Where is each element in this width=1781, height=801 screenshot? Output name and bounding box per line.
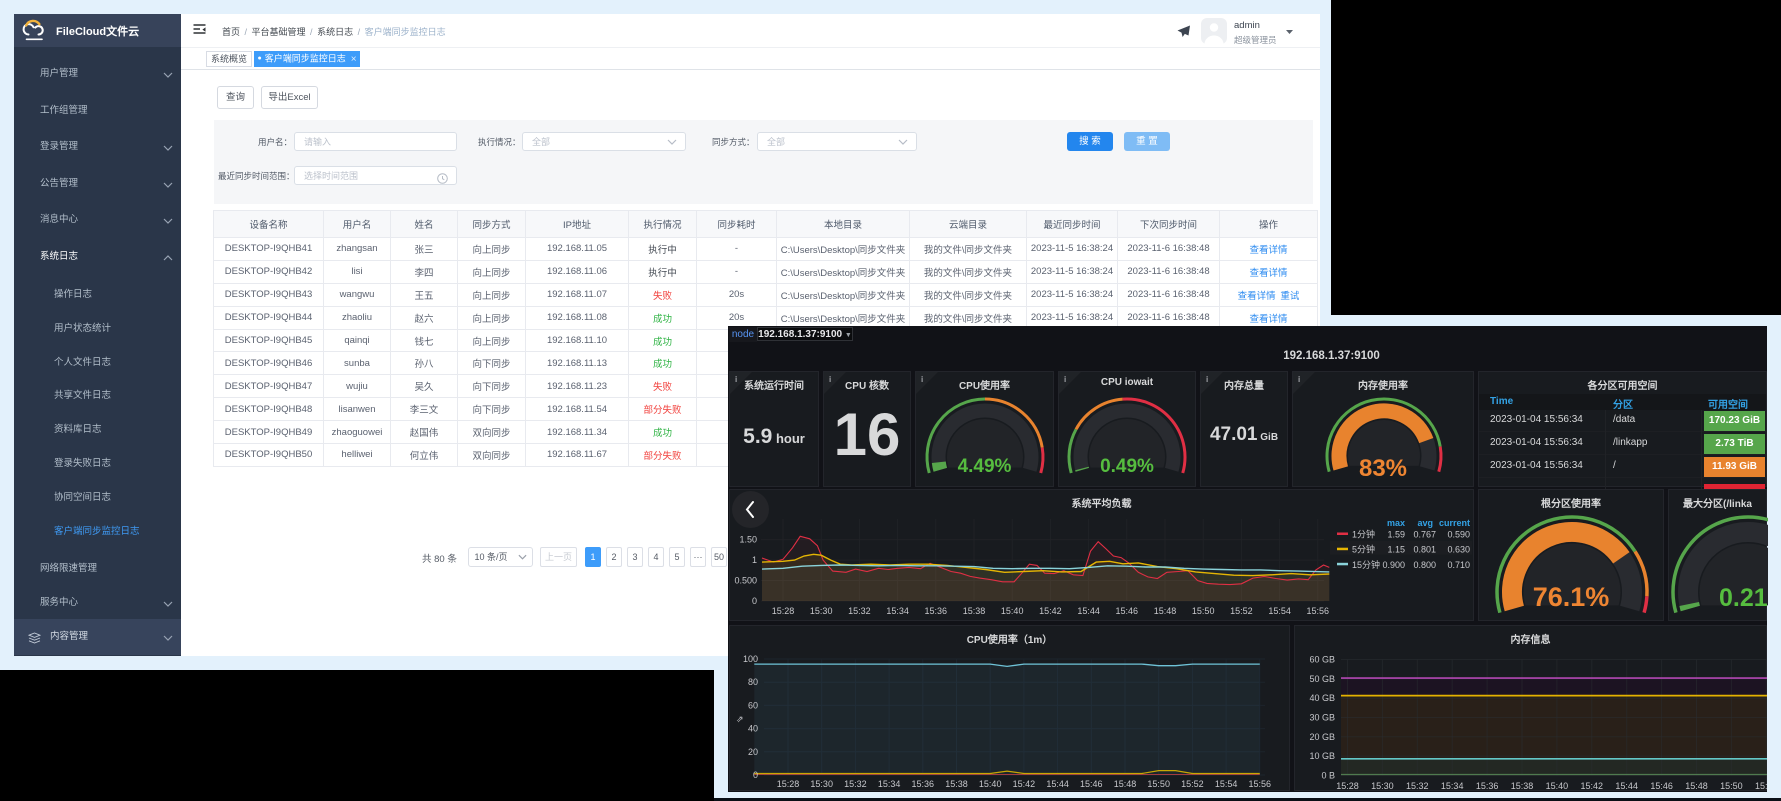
- svg-text:15:34: 15:34: [886, 606, 909, 616]
- svg-text:20 GB: 20 GB: [1309, 732, 1335, 742]
- svg-text:avg: avg: [1417, 518, 1433, 528]
- svg-text:15:56: 15:56: [1307, 606, 1330, 616]
- svg-text:15:34: 15:34: [878, 779, 901, 789]
- svg-text:0.500: 0.500: [734, 576, 757, 586]
- svg-text:15:44: 15:44: [1615, 781, 1638, 791]
- svg-text:20: 20: [748, 747, 758, 757]
- svg-text:0.900: 0.900: [1382, 560, 1405, 570]
- svg-text:15:28: 15:28: [772, 606, 795, 616]
- svg-text:15:28: 15:28: [777, 779, 800, 789]
- svg-text:15:46: 15:46: [1650, 781, 1673, 791]
- svg-text:15:52: 15:52: [1181, 779, 1204, 789]
- svg-text:15:32: 15:32: [1406, 781, 1429, 791]
- svg-text:15:36: 15:36: [925, 606, 948, 616]
- svg-text:15:50: 15:50: [1192, 606, 1215, 616]
- svg-text:15:34: 15:34: [1441, 781, 1464, 791]
- svg-text:1分钟: 1分钟: [1352, 529, 1375, 540]
- svg-text:15:48: 15:48: [1154, 606, 1177, 616]
- svg-text:60 GB: 60 GB: [1309, 655, 1335, 665]
- svg-text:0.801: 0.801: [1413, 545, 1436, 555]
- svg-text:0.767: 0.767: [1413, 530, 1436, 540]
- svg-text:15:42: 15:42: [1581, 781, 1604, 791]
- svg-text:0.630: 0.630: [1447, 545, 1470, 555]
- svg-text:15:56: 15:56: [1249, 779, 1272, 789]
- svg-text:15:54: 15:54: [1268, 606, 1291, 616]
- svg-text:0.800: 0.800: [1413, 560, 1436, 570]
- svg-text:15:32: 15:32: [844, 779, 867, 789]
- svg-text:15:44: 15:44: [1077, 606, 1100, 616]
- svg-text:30 GB: 30 GB: [1309, 713, 1335, 723]
- svg-text:1: 1: [752, 555, 757, 565]
- svg-text:40: 40: [748, 724, 758, 734]
- svg-text:15:48: 15:48: [1685, 781, 1708, 791]
- svg-text:0.590: 0.590: [1447, 530, 1470, 540]
- svg-text:15:46: 15:46: [1080, 779, 1103, 789]
- svg-text:0 B: 0 B: [1321, 770, 1335, 780]
- svg-text:max: max: [1387, 518, 1405, 528]
- svg-text:current: current: [1439, 518, 1470, 528]
- svg-text:15:30: 15:30: [810, 606, 833, 616]
- svg-text:15:40: 15:40: [1546, 781, 1569, 791]
- svg-text:80: 80: [748, 677, 758, 687]
- svg-text:15:38: 15:38: [963, 606, 986, 616]
- svg-text:15:30: 15:30: [1371, 781, 1394, 791]
- svg-text:50 GB: 50 GB: [1309, 674, 1335, 684]
- svg-text:15:30: 15:30: [810, 779, 833, 789]
- svg-text:15:42: 15:42: [1039, 606, 1062, 616]
- svg-text:5分钟: 5分钟: [1352, 544, 1375, 555]
- svg-text:15:38: 15:38: [945, 779, 968, 789]
- svg-text:10 GB: 10 GB: [1309, 751, 1335, 761]
- svg-text:15:52: 15:52: [1755, 781, 1768, 791]
- svg-text:15:50: 15:50: [1720, 781, 1743, 791]
- svg-text:15:46: 15:46: [1116, 606, 1139, 616]
- svg-text:60: 60: [748, 700, 758, 710]
- svg-text:15:48: 15:48: [1114, 779, 1137, 789]
- svg-text:0: 0: [753, 770, 758, 780]
- svg-text:1.50: 1.50: [739, 535, 757, 545]
- svg-text:15:36: 15:36: [912, 779, 935, 789]
- svg-text:100: 100: [743, 654, 758, 664]
- svg-text:15:36: 15:36: [1476, 781, 1499, 791]
- svg-text:40 GB: 40 GB: [1309, 693, 1335, 703]
- svg-text:15:50: 15:50: [1147, 779, 1170, 789]
- svg-text:1.59: 1.59: [1387, 530, 1405, 540]
- svg-text:15:38: 15:38: [1511, 781, 1534, 791]
- svg-text:0: 0: [752, 596, 757, 606]
- svg-text:1.15: 1.15: [1387, 545, 1405, 555]
- svg-text:15:40: 15:40: [979, 779, 1002, 789]
- svg-text:15:52: 15:52: [1230, 606, 1253, 616]
- svg-text:15:32: 15:32: [848, 606, 871, 616]
- svg-text:15分钟: 15分钟: [1352, 559, 1380, 570]
- svg-text:15:42: 15:42: [1013, 779, 1036, 789]
- svg-text:⇗: ⇗: [736, 714, 744, 724]
- svg-text:15:28: 15:28: [1336, 781, 1359, 791]
- svg-text:15:54: 15:54: [1215, 779, 1238, 789]
- svg-text:15:40: 15:40: [1001, 606, 1024, 616]
- svg-text:0.710: 0.710: [1447, 560, 1470, 570]
- svg-text:15:44: 15:44: [1046, 779, 1069, 789]
